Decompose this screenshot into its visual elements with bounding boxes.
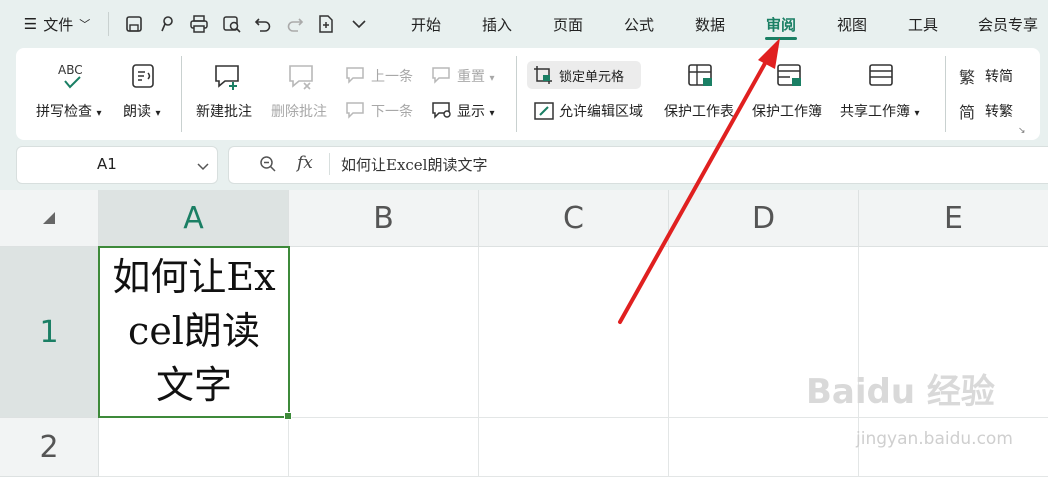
red-arrow-annotation [618, 38, 780, 324]
